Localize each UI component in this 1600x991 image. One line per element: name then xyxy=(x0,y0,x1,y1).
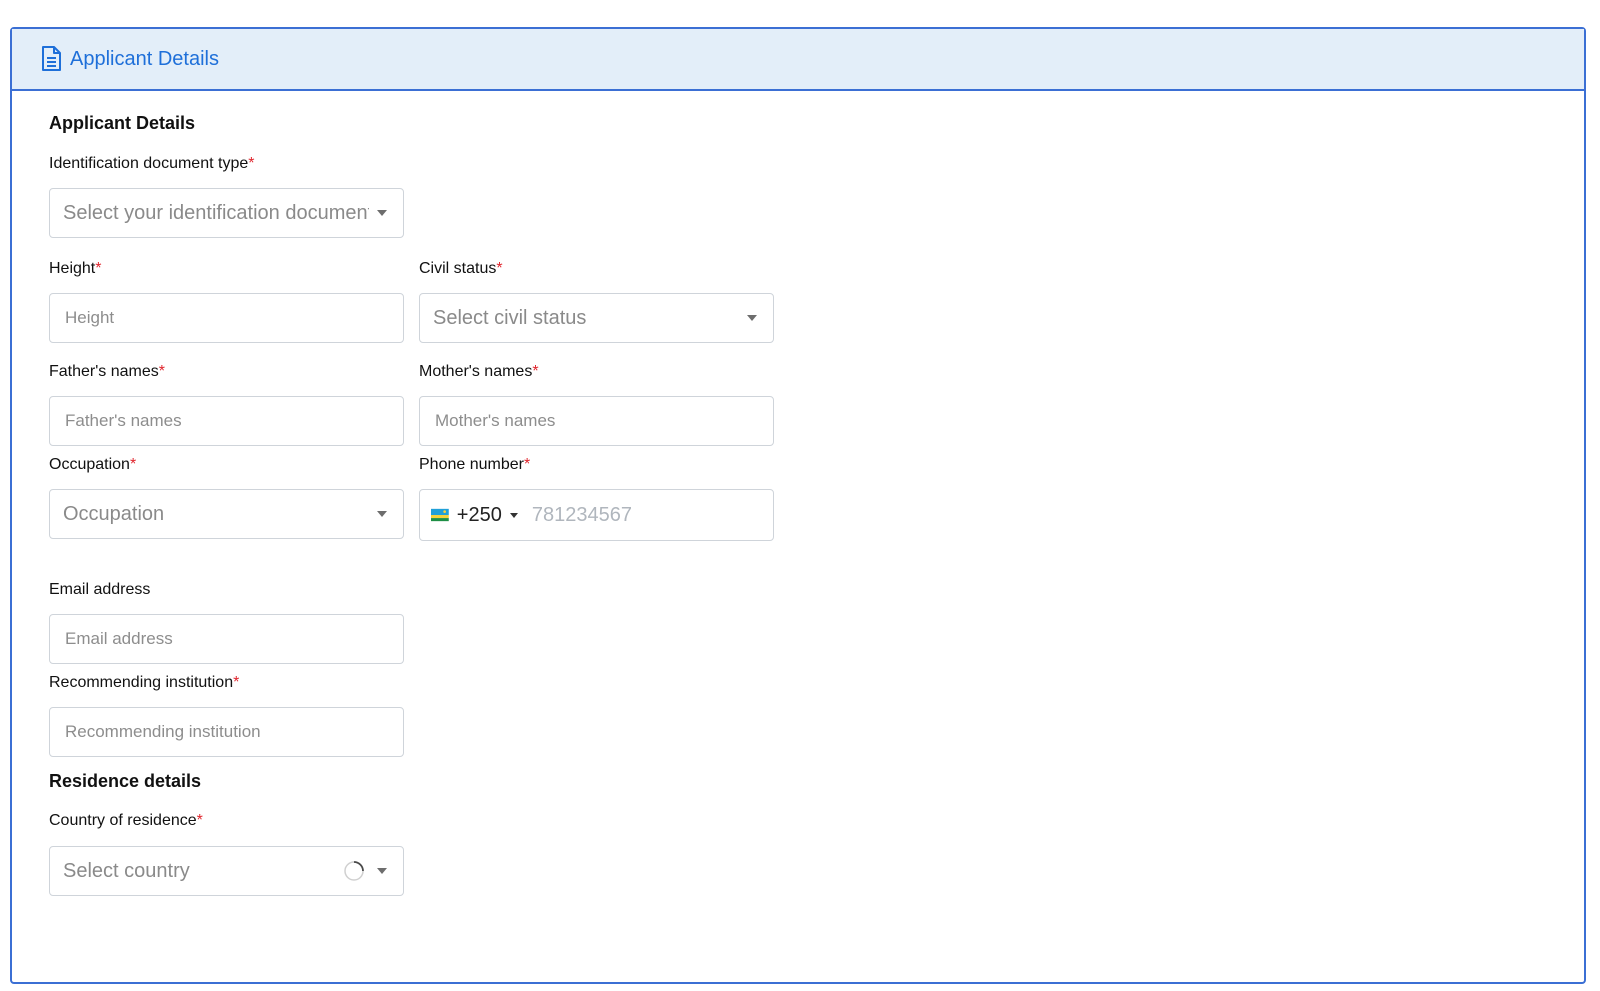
card-header: Applicant Details xyxy=(12,29,1584,91)
dial-code[interactable]: +250 xyxy=(457,504,502,527)
mother-names-input[interactable] xyxy=(420,411,773,431)
id-doc-label: Identification document type* xyxy=(49,155,255,172)
height-field xyxy=(49,293,404,343)
civil-status-select[interactable]: Select civil status xyxy=(419,293,774,343)
height-label: Height* xyxy=(49,260,102,277)
caret-down-icon[interactable] xyxy=(509,512,518,518)
id-doc-select-placeholder: Select your identification document xyxy=(63,201,369,224)
required-marker: * xyxy=(523,456,531,473)
occupation-placeholder: Occupation xyxy=(63,502,165,525)
phone-input[interactable] xyxy=(531,503,773,527)
father-names-label: Father's names* xyxy=(49,363,165,380)
country-select[interactable]: Select country xyxy=(49,846,404,896)
civil-status-label: Civil status* xyxy=(419,260,503,277)
occupation-label: Occupation* xyxy=(49,456,137,473)
applicant-section-title: Applicant Details xyxy=(49,113,196,133)
country-label: Country of residence* xyxy=(49,812,203,829)
required-marker: * xyxy=(496,260,503,277)
rwanda-flag-icon[interactable] xyxy=(431,506,449,524)
residence-section-title: Residence details xyxy=(49,771,202,791)
email-label: Email address xyxy=(49,581,151,598)
required-marker: * xyxy=(158,363,165,380)
recommending-label: Recommending institution* xyxy=(49,674,240,691)
country-placeholder: Select country xyxy=(63,859,190,882)
required-marker: * xyxy=(248,155,255,172)
email-input[interactable] xyxy=(50,629,403,649)
phone-field: +250 xyxy=(419,489,774,541)
chevron-down-icon xyxy=(377,210,387,216)
spinner-icon xyxy=(344,861,364,881)
chevron-down-icon xyxy=(747,315,757,321)
required-marker: * xyxy=(95,260,102,277)
father-names-field xyxy=(49,396,404,446)
phone-label: Phone number* xyxy=(419,456,531,473)
recommending-field xyxy=(49,707,404,757)
occupation-select[interactable]: Occupation xyxy=(49,489,404,539)
recommending-input[interactable] xyxy=(50,722,403,742)
chevron-down-icon xyxy=(377,868,387,874)
email-field xyxy=(49,614,404,664)
required-marker: * xyxy=(532,363,539,380)
height-input[interactable] xyxy=(50,308,403,328)
father-names-input[interactable] xyxy=(50,411,403,431)
mother-names-label: Mother's names* xyxy=(419,363,539,380)
required-marker: * xyxy=(196,812,203,829)
chevron-down-icon xyxy=(377,511,387,517)
card-title: Applicant Details xyxy=(70,47,219,70)
required-marker: * xyxy=(233,674,240,691)
required-marker: * xyxy=(129,456,137,473)
document-icon xyxy=(42,46,61,71)
civil-status-placeholder: Select civil status xyxy=(433,306,587,329)
mother-names-field xyxy=(419,396,774,446)
id-doc-select[interactable]: Select your identification document xyxy=(49,188,404,238)
